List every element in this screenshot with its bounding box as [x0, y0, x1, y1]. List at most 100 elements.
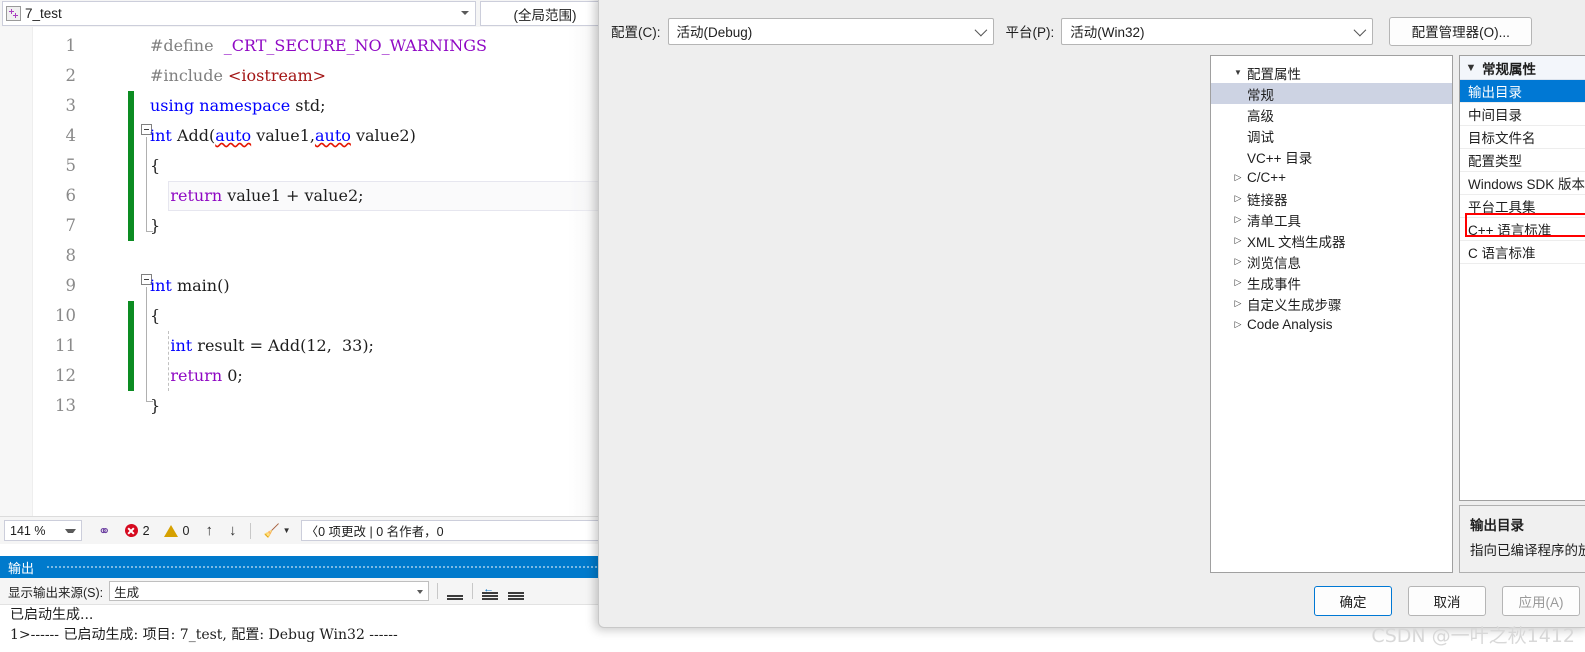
- project-scope-combobox[interactable]: 7_test: [2, 1, 476, 26]
- line-text: return 0;: [170, 366, 243, 385]
- triangle-right-icon[interactable]: ▷: [1229, 257, 1247, 266]
- triangle-right-icon[interactable]: ▷: [1229, 215, 1247, 224]
- editor-status-bar: 141 % ⚭ 2 0 ↑ ↓ 🧹 ▼ 〈0 项更改 | 0 名作者，0: [0, 516, 610, 544]
- triangle-right-icon[interactable]: ▷: [1229, 173, 1247, 182]
- config-label: 配置(C):: [611, 25, 661, 40]
- code-text-area[interactable]: 1 #define _CRT_SECURE_NO_WARNINGS 2 #inc…: [0, 27, 610, 516]
- watermark: CSDN @一叶之秋1412: [1371, 625, 1575, 647]
- member-scope-combobox[interactable]: (全局范围): [480, 1, 610, 26]
- output-line: 已启动生成...: [10, 607, 94, 623]
- triangle-right-icon[interactable]: ▷: [1229, 299, 1247, 308]
- chevron-down-icon[interactable]: [461, 11, 469, 15]
- codelens-text: 〈0 项更改 | 0 名作者，0: [305, 525, 444, 539]
- chevron-down-icon[interactable]: [65, 529, 76, 533]
- triangle-right-icon[interactable]: ▷: [1229, 278, 1247, 287]
- cancel-button[interactable]: 取消: [1408, 586, 1486, 616]
- chevron-down-icon[interactable]: ▼: [283, 526, 291, 535]
- description-body: 指向已编译程序的放置位置的路径。可以包括环境变量。: [1470, 543, 1585, 558]
- code-line: 4 int Add(auto value1,auto value2): [0, 121, 610, 151]
- output-toolbar: 显示输出来源(S): 生成 ←: [0, 578, 610, 605]
- code-line: 13 }: [0, 391, 610, 421]
- tree-item-vcpp-directories[interactable]: VC++ 目录: [1211, 146, 1452, 167]
- code-line: 2 #include <iostream>: [0, 61, 610, 91]
- property-row-windows-sdk-version[interactable]: Windows SDK 版本 10.0 (最新安装的版本): [1460, 172, 1585, 195]
- tree-item-code-analysis[interactable]: ▷ Code Analysis: [1211, 314, 1452, 335]
- intellicode-icon: ⚭: [98, 522, 111, 540]
- line-number: 6: [65, 186, 77, 205]
- configuration-manager-button[interactable]: 配置管理器(O)...: [1389, 16, 1533, 46]
- property-row-cpp-language-standard[interactable]: C++ 语言标准 ISO C++17 标准 (/std:c++17): [1460, 218, 1585, 241]
- output-source-combobox[interactable]: 生成: [109, 581, 430, 601]
- arrow-down-icon[interactable]: ↓: [229, 522, 237, 539]
- code-line: 11 int result = Add(12, 33);: [0, 331, 610, 361]
- zoom-level-combobox[interactable]: 141 %: [4, 520, 82, 541]
- tree-item-general[interactable]: 常规: [1211, 83, 1452, 104]
- code-line: 10 {: [0, 301, 610, 331]
- warning-count-item[interactable]: 0: [163, 524, 189, 538]
- line-text: {: [150, 156, 161, 175]
- property-row-target-name[interactable]: 目标文件名 $(ProjectName): [1460, 126, 1585, 149]
- tree-item-debugging[interactable]: 调试: [1211, 125, 1452, 146]
- property-row-output-directory[interactable]: 输出目录 $(SolutionDir)$(Configuration)\: [1460, 80, 1585, 103]
- property-name: 输出目录: [1460, 80, 1585, 102]
- output-window: 输出 显示输出来源(S): 生成 ← 已启动生成... 1>------ 已启动…: [0, 556, 610, 652]
- line-text: using namespace std;: [150, 96, 326, 115]
- intellicode-status[interactable]: ⚭: [96, 522, 111, 540]
- apply-button: 应用(A): [1502, 586, 1580, 616]
- tree-item-browse-information[interactable]: ▷ 浏览信息: [1211, 251, 1452, 272]
- project-icon: [6, 6, 21, 21]
- property-grid[interactable]: ▼ 常规属性 输出目录 $(SolutionDir)$(Configuratio…: [1459, 55, 1585, 501]
- chevron-down-icon[interactable]: ▼: [1460, 62, 1482, 74]
- property-name: 中间目录: [1468, 108, 1522, 123]
- wrap-text-icon[interactable]: ←: [481, 582, 499, 600]
- triangle-right-icon[interactable]: ▷: [1229, 194, 1247, 203]
- property-group-header[interactable]: ▼ 常规属性: [1460, 56, 1585, 80]
- chevron-down-icon[interactable]: [974, 23, 987, 36]
- chevron-down-icon[interactable]: [417, 590, 424, 594]
- project-scope-value: 7_test: [25, 6, 62, 21]
- error-count-item[interactable]: 2: [124, 524, 150, 538]
- code-cleanup-broom-icon[interactable]: 🧹: [263, 523, 279, 539]
- platform-combobox[interactable]: 活动(Win32): [1061, 17, 1374, 45]
- tree-item-build-events[interactable]: ▷ 生成事件: [1211, 272, 1452, 293]
- codelens-indicator[interactable]: 〈0 项更改 | 0 名作者，0: [300, 520, 608, 541]
- clear-all-icon[interactable]: [507, 582, 525, 600]
- property-row-c-language-standard[interactable]: C 语言标准 默认(旧 MSVC): [1460, 241, 1585, 264]
- line-number: 7: [65, 216, 77, 235]
- tree-item-custom-build-step[interactable]: ▷ 自定义生成步骤: [1211, 293, 1452, 314]
- property-row-configuration-type[interactable]: 配置类型 应用程序(.exe): [1460, 149, 1585, 172]
- line-number: 8: [65, 246, 77, 265]
- configuration-combobox[interactable]: 活动(Debug): [667, 17, 994, 45]
- jump-to-icon[interactable]: [446, 582, 464, 600]
- zoom-level-value: 141 %: [10, 523, 46, 538]
- status-separator: [250, 522, 252, 539]
- tree-item-linker[interactable]: ▷ 链接器: [1211, 188, 1452, 209]
- line-text: {: [150, 306, 161, 325]
- chevron-down-icon[interactable]: [1353, 23, 1367, 36]
- tree-item-advanced[interactable]: 高级: [1211, 104, 1452, 125]
- property-tree[interactable]: ▼ 配置属性 常规 高级 调试 VC++ 目录 ▷ C/C++ ▷ 链接器 ▷ …: [1210, 55, 1453, 573]
- triangle-down-icon[interactable]: ▼: [1229, 68, 1247, 77]
- error-circle-icon: [124, 524, 138, 537]
- property-row-intermediate-directory[interactable]: 中间目录 $(Configuration)\: [1460, 103, 1585, 126]
- toolbar-separator: [472, 583, 474, 599]
- property-description-panel: 输出目录 指向已编译程序的放置位置的路径。可以包括环境变量。: [1459, 505, 1585, 573]
- property-row-platform-toolset[interactable]: 平台工具集 Visual Studio 2022 (v143): [1460, 195, 1585, 218]
- triangle-right-icon[interactable]: ▷: [1229, 320, 1247, 329]
- property-name: 平台工具集: [1468, 200, 1536, 215]
- tree-item-xml-doc-generator[interactable]: ▷ XML 文档生成器: [1211, 230, 1452, 251]
- tree-item-configuration-properties[interactable]: ▼ 配置属性: [1211, 62, 1452, 83]
- code-line: 7 }: [0, 211, 610, 241]
- line-text: int Add(auto value1,auto value2): [150, 126, 416, 145]
- property-name: C++ 语言标准: [1468, 223, 1552, 238]
- member-scope-value: (全局范围): [513, 7, 577, 23]
- tree-item-label: 自定义生成步骤: [1247, 297, 1342, 313]
- triangle-right-icon[interactable]: ▷: [1229, 236, 1247, 245]
- tree-item-manifest-tool[interactable]: ▷ 清单工具: [1211, 209, 1452, 230]
- ok-button[interactable]: 确定: [1314, 586, 1392, 616]
- arrow-up-icon[interactable]: ↑: [205, 522, 213, 539]
- line-number: 4: [65, 126, 77, 145]
- tree-item-label: VC++ 目录: [1247, 150, 1313, 166]
- tree-item-c-cpp[interactable]: ▷ C/C++: [1211, 167, 1452, 188]
- property-pages-dialog: 配置(C): 活动(Debug) 平台(P): 活动(Win32) 配置管理器(…: [598, 0, 1585, 628]
